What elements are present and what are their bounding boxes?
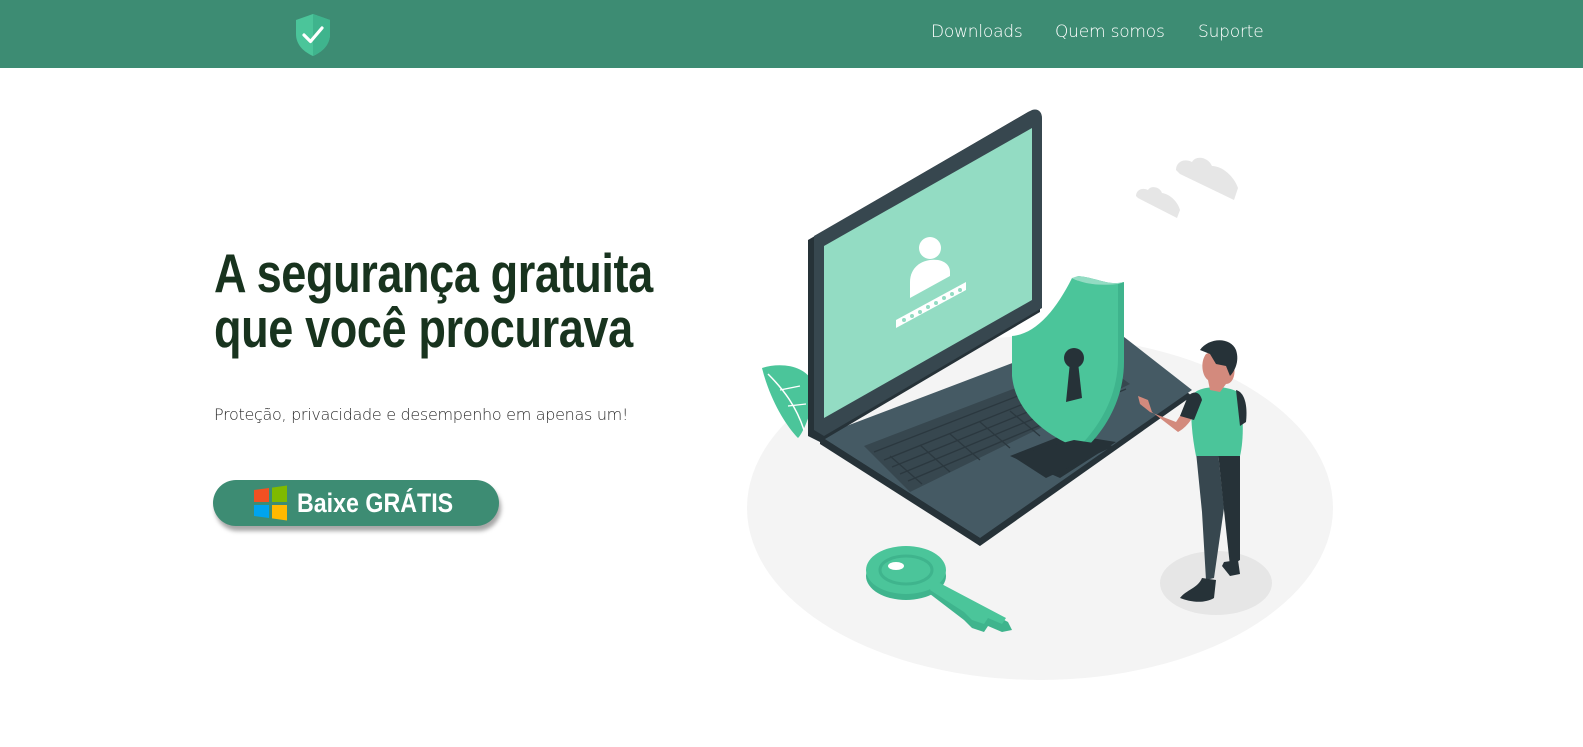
nav-quem-somos[interactable]: Quem somos bbox=[1055, 22, 1165, 42]
top-navbar: Downloads Quem somos Suporte bbox=[0, 0, 1583, 68]
nav-suporte[interactable]: Suporte bbox=[1198, 22, 1264, 42]
laptop-security-illustration bbox=[747, 109, 1333, 680]
hero-title: A segurança gratuita que você procurava bbox=[214, 242, 653, 359]
nav-downloads[interactable]: Downloads bbox=[931, 22, 1023, 42]
hero-title-line-2: que você procurava bbox=[214, 297, 633, 359]
hero-subtitle: Proteção, privacidade e desempenho em ap… bbox=[214, 405, 629, 424]
shield-check-icon[interactable] bbox=[293, 12, 333, 58]
cloud-icon bbox=[1136, 157, 1238, 218]
hero-title-line-1: A segurança gratuita bbox=[214, 242, 653, 304]
download-free-button[interactable]: Baixe GRÁTIS bbox=[213, 480, 499, 526]
windows-logo-icon bbox=[253, 485, 287, 521]
download-button-label: Baixe GRÁTIS bbox=[296, 487, 453, 518]
